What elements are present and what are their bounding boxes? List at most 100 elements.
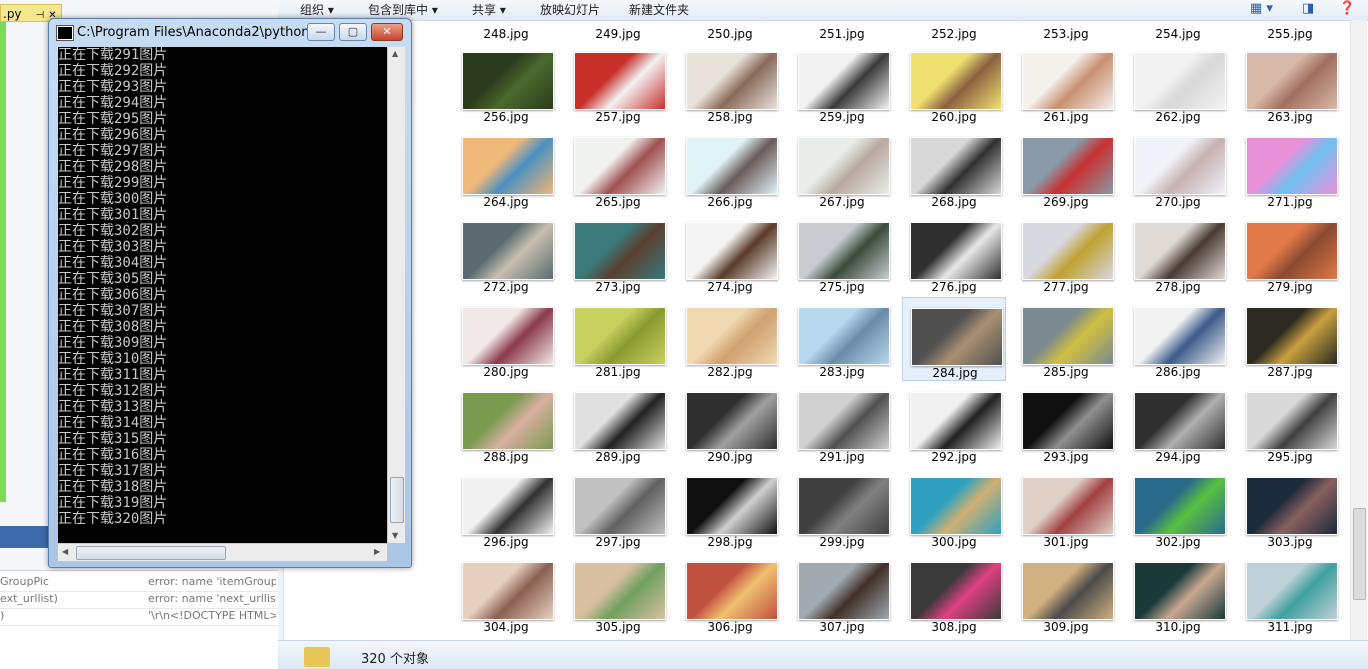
file-item[interactable]: 309.jpg <box>1014 552 1118 636</box>
close-button[interactable]: ✕ <box>371 23 403 41</box>
image-thumbnail[interactable] <box>1246 307 1338 365</box>
image-thumbnail[interactable] <box>1022 392 1114 450</box>
file-name[interactable]: 252.jpg <box>902 27 1006 41</box>
file-item[interactable]: 302.jpg <box>1126 467 1230 551</box>
image-thumbnail[interactable] <box>1022 222 1114 280</box>
file-item[interactable]: 300.jpg <box>902 467 1006 551</box>
image-thumbnail[interactable] <box>798 477 890 535</box>
image-thumbnail[interactable] <box>910 392 1002 450</box>
image-thumbnail[interactable] <box>574 307 666 365</box>
image-thumbnail[interactable] <box>462 222 554 280</box>
file-item[interactable]: 296.jpg <box>454 467 558 551</box>
file-name[interactable]: 253.jpg <box>1014 27 1118 41</box>
file-item[interactable]: 295.jpg <box>1238 382 1342 466</box>
image-thumbnail[interactable] <box>1246 562 1338 620</box>
file-name[interactable]: 250.jpg <box>678 27 782 41</box>
image-thumbnail[interactable] <box>574 562 666 620</box>
include-in-library-menu[interactable]: 包含到库中 ▾ <box>368 1 438 19</box>
image-thumbnail[interactable] <box>910 562 1002 620</box>
file-name[interactable]: 251.jpg <box>790 27 894 41</box>
image-thumbnail[interactable] <box>686 307 778 365</box>
file-item[interactable]: 287.jpg <box>1238 297 1342 381</box>
image-thumbnail[interactable] <box>686 222 778 280</box>
scroll-right-icon[interactable]: ▶ <box>374 547 380 556</box>
file-item[interactable]: 294.jpg <box>1126 382 1230 466</box>
image-thumbnail[interactable] <box>1246 477 1338 535</box>
pin-icon[interactable]: ⊣ <box>36 10 45 21</box>
file-item[interactable]: 292.jpg <box>902 382 1006 466</box>
file-item[interactable]: 301.jpg <box>1014 467 1118 551</box>
image-thumbnail[interactable] <box>1246 222 1338 280</box>
file-name[interactable]: 248.jpg <box>454 27 558 41</box>
file-name[interactable]: 254.jpg <box>1126 27 1230 41</box>
file-item[interactable]: 283.jpg <box>790 297 894 381</box>
file-item[interactable]: 257.jpg <box>566 42 670 126</box>
file-item[interactable]: 281.jpg <box>566 297 670 381</box>
image-thumbnail[interactable] <box>1022 307 1114 365</box>
image-thumbnail[interactable] <box>686 52 778 110</box>
image-thumbnail[interactable] <box>462 137 554 195</box>
watch-row[interactable]: GroupPic error: name 'itemGroupPic' <box>0 575 278 592</box>
file-item[interactable]: 306.jpg <box>678 552 782 636</box>
file-item[interactable]: 285.jpg <box>1014 297 1118 381</box>
file-item[interactable]: 262.jpg <box>1126 42 1230 126</box>
image-thumbnail[interactable] <box>1134 392 1226 450</box>
image-thumbnail[interactable] <box>910 477 1002 535</box>
file-item[interactable]: 305.jpg <box>566 552 670 636</box>
image-thumbnail[interactable] <box>1022 477 1114 535</box>
explorer-scroll-thumb[interactable] <box>1353 508 1366 600</box>
new-folder-button[interactable]: 新建文件夹 <box>629 1 689 19</box>
image-thumbnail[interactable] <box>798 392 890 450</box>
image-thumbnail[interactable] <box>1134 52 1226 110</box>
file-item[interactable]: 310.jpg <box>1126 552 1230 636</box>
image-thumbnail[interactable] <box>1022 52 1114 110</box>
organize-menu[interactable]: 组织 ▾ <box>300 1 334 19</box>
file-item[interactable]: 293.jpg <box>1014 382 1118 466</box>
image-thumbnail[interactable] <box>574 52 666 110</box>
image-thumbnail[interactable] <box>910 222 1002 280</box>
share-menu[interactable]: 共享 ▾ <box>472 1 506 19</box>
file-item[interactable]: 270.jpg <box>1126 127 1230 211</box>
file-item[interactable]: 304.jpg <box>454 552 558 636</box>
file-item[interactable]: 259.jpg <box>790 42 894 126</box>
file-item[interactable]: 260.jpg <box>902 42 1006 126</box>
file-item[interactable]: 291.jpg <box>790 382 894 466</box>
file-item[interactable]: 298.jpg <box>678 467 782 551</box>
image-thumbnail[interactable] <box>574 137 666 195</box>
image-thumbnail[interactable] <box>1246 392 1338 450</box>
image-thumbnail[interactable] <box>1246 137 1338 195</box>
watch-row[interactable]: ext_urllist) error: name 'next_urllist' <box>0 592 278 609</box>
file-item[interactable]: 290.jpg <box>678 382 782 466</box>
image-thumbnail[interactable] <box>686 562 778 620</box>
file-item[interactable]: 275.jpg <box>790 212 894 296</box>
image-thumbnail[interactable] <box>686 392 778 450</box>
file-item[interactable]: 289.jpg <box>566 382 670 466</box>
image-thumbnail[interactable] <box>1134 307 1226 365</box>
image-thumbnail[interactable] <box>574 477 666 535</box>
image-thumbnail[interactable] <box>910 52 1002 110</box>
file-item[interactable]: 274.jpg <box>678 212 782 296</box>
image-thumbnail[interactable] <box>910 137 1002 195</box>
image-thumbnail[interactable] <box>798 137 890 195</box>
image-thumbnail[interactable] <box>1134 477 1226 535</box>
image-thumbnail[interactable] <box>574 392 666 450</box>
file-item[interactable]: 288.jpg <box>454 382 558 466</box>
console-hscroll-thumb[interactable] <box>76 546 226 560</box>
file-item[interactable]: 280.jpg <box>454 297 558 381</box>
file-item[interactable]: 311.jpg <box>1238 552 1342 636</box>
image-thumbnail[interactable] <box>1022 562 1114 620</box>
file-item[interactable]: 267.jpg <box>790 127 894 211</box>
file-item[interactable]: 268.jpg <box>902 127 1006 211</box>
scroll-left-icon[interactable]: ◀ <box>62 547 68 556</box>
image-thumbnail[interactable] <box>798 52 890 110</box>
image-thumbnail[interactable] <box>462 562 554 620</box>
scroll-down-icon[interactable]: ▼ <box>392 531 398 540</box>
image-thumbnail[interactable] <box>686 477 778 535</box>
file-item[interactable]: 256.jpg <box>454 42 558 126</box>
file-item[interactable]: 263.jpg <box>1238 42 1342 126</box>
image-thumbnail[interactable] <box>1134 137 1226 195</box>
image-thumbnail[interactable] <box>462 477 554 535</box>
view-options-icon[interactable]: ▦ ▾ <box>1250 2 1273 16</box>
image-thumbnail[interactable] <box>1134 562 1226 620</box>
console-horizontal-scrollbar[interactable]: ◀ ▶ <box>58 543 387 561</box>
